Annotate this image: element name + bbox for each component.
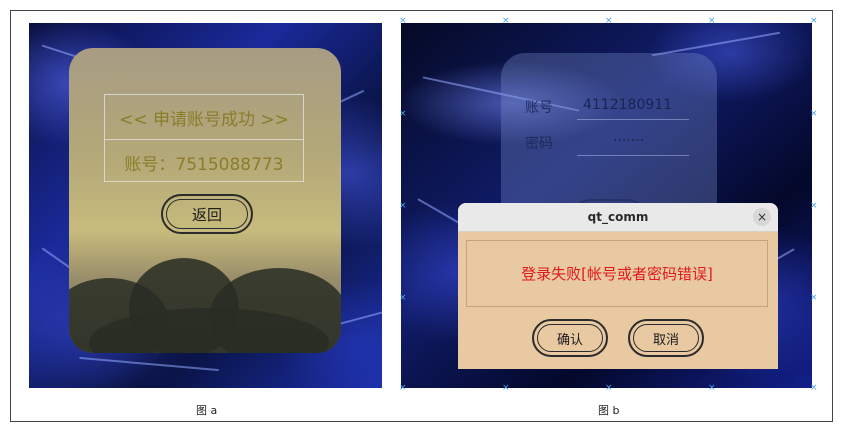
panel-a-screenshot: << 申请账号成功 >> 账号：7515088773 返回 bbox=[29, 23, 382, 388]
account-field[interactable]: 4112180911 bbox=[583, 97, 672, 113]
selection-handle: × bbox=[810, 16, 818, 26]
cancel-button-label: 取消 bbox=[633, 324, 699, 352]
selection-handle: × bbox=[810, 109, 818, 119]
selection-handle: × bbox=[605, 383, 613, 393]
new-account-number: 账号：7515088773 bbox=[105, 139, 303, 184]
caption-a: 图 a bbox=[196, 404, 218, 417]
selection-handle: × bbox=[399, 16, 407, 26]
dialog-titlebar[interactable]: qt_comm × bbox=[458, 203, 778, 232]
selection-handle: × bbox=[399, 109, 407, 119]
error-dialog: qt_comm × 登录失败[帐号或者密码错误] 确认 取消 bbox=[458, 203, 778, 369]
dialog-message-box: 登录失败[帐号或者密码错误] bbox=[466, 240, 768, 307]
confirm-button[interactable]: 确认 bbox=[532, 319, 608, 357]
back-button[interactable]: 返回 bbox=[161, 194, 253, 234]
success-info-box: << 申请账号成功 >> 账号：7515088773 bbox=[104, 94, 304, 182]
close-icon[interactable]: × bbox=[753, 208, 771, 226]
selection-handle: × bbox=[399, 293, 407, 303]
confirm-button-label: 确认 bbox=[537, 324, 603, 352]
selection-handle: × bbox=[810, 293, 818, 303]
password-field[interactable]: ······· bbox=[613, 133, 644, 149]
selection-handle: × bbox=[399, 201, 407, 211]
selection-handle: × bbox=[810, 383, 818, 393]
selection-handle: × bbox=[605, 16, 613, 26]
dialog-message: 登录失败[帐号或者密码错误] bbox=[521, 265, 713, 283]
caption-b: 图 b bbox=[598, 404, 620, 417]
selection-handle: × bbox=[708, 16, 716, 26]
selection-handle: × bbox=[399, 383, 407, 393]
dialog-title: qt_comm bbox=[587, 210, 649, 224]
selection-handle: × bbox=[708, 383, 716, 393]
success-title: << 申请账号成功 >> bbox=[119, 109, 289, 130]
selection-handle: × bbox=[810, 201, 818, 211]
account-label: 账号 bbox=[525, 100, 553, 116]
back-button-label: 返回 bbox=[166, 199, 248, 229]
selection-handle: × bbox=[502, 16, 510, 26]
password-label: 密码 bbox=[525, 136, 553, 152]
success-card: << 申请账号成功 >> 账号：7515088773 返回 bbox=[69, 48, 341, 353]
cancel-button[interactable]: 取消 bbox=[628, 319, 704, 357]
selection-handle: × bbox=[502, 383, 510, 393]
